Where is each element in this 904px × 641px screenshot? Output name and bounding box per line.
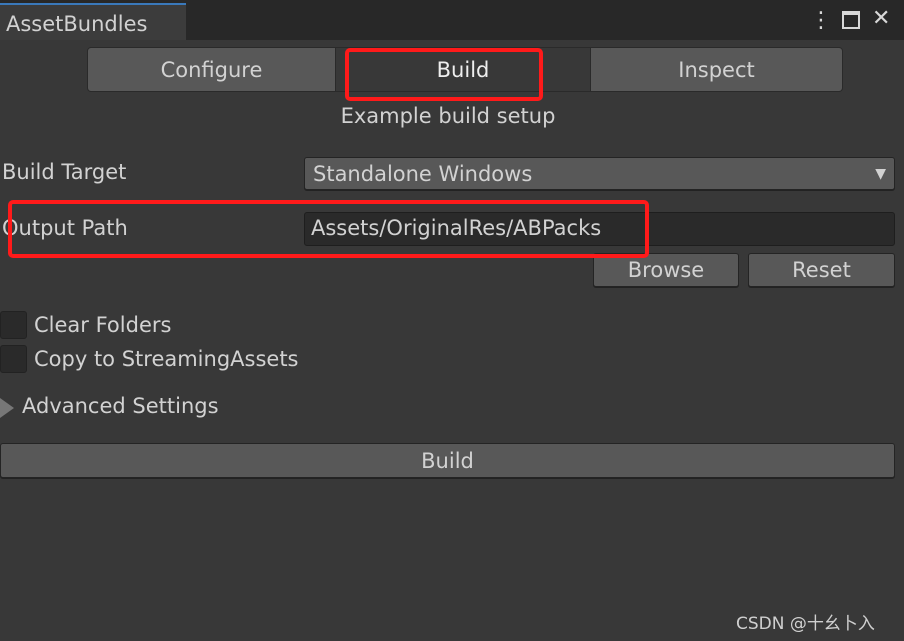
highlight-box-build-tab	[345, 48, 543, 101]
window-tab-assetbundles[interactable]: AssetBundles	[0, 3, 186, 40]
copy-streaming-assets-checkbox[interactable]	[0, 345, 27, 373]
window-tab-label: AssetBundles	[6, 12, 148, 36]
chevron-down-icon: ▼	[875, 165, 886, 182]
tab-inspect-label: Inspect	[678, 57, 755, 82]
tab-configure-label: Configure	[160, 57, 263, 82]
browse-button[interactable]: Browse	[593, 253, 739, 287]
tab-inspect[interactable]: Inspect	[590, 47, 843, 92]
clear-folders-label: Clear Folders	[34, 313, 172, 337]
copy-streaming-assets-label: Copy to StreamingAssets	[34, 347, 299, 371]
more-vert-icon[interactable]: ⋮	[810, 8, 832, 33]
close-icon[interactable]: ✕	[872, 6, 890, 31]
build-target-label: Build Target	[2, 160, 127, 184]
maximize-icon[interactable]	[842, 11, 860, 29]
build-button[interactable]: Build	[0, 443, 895, 478]
build-target-value: Standalone Windows	[313, 161, 533, 186]
reset-button[interactable]: Reset	[748, 253, 895, 287]
highlight-box-output-path	[8, 200, 649, 258]
watermark: CSDN @十幺卜入	[736, 614, 875, 634]
advanced-settings-foldout[interactable]: Advanced Settings	[22, 394, 219, 418]
subtitle: Example build setup	[340, 104, 556, 128]
tab-configure[interactable]: Configure	[87, 47, 336, 92]
build-target-dropdown[interactable]: Standalone Windows ▼	[304, 157, 895, 190]
clear-folders-checkbox[interactable]	[0, 311, 27, 339]
expand-triangle-icon[interactable]	[0, 398, 14, 418]
